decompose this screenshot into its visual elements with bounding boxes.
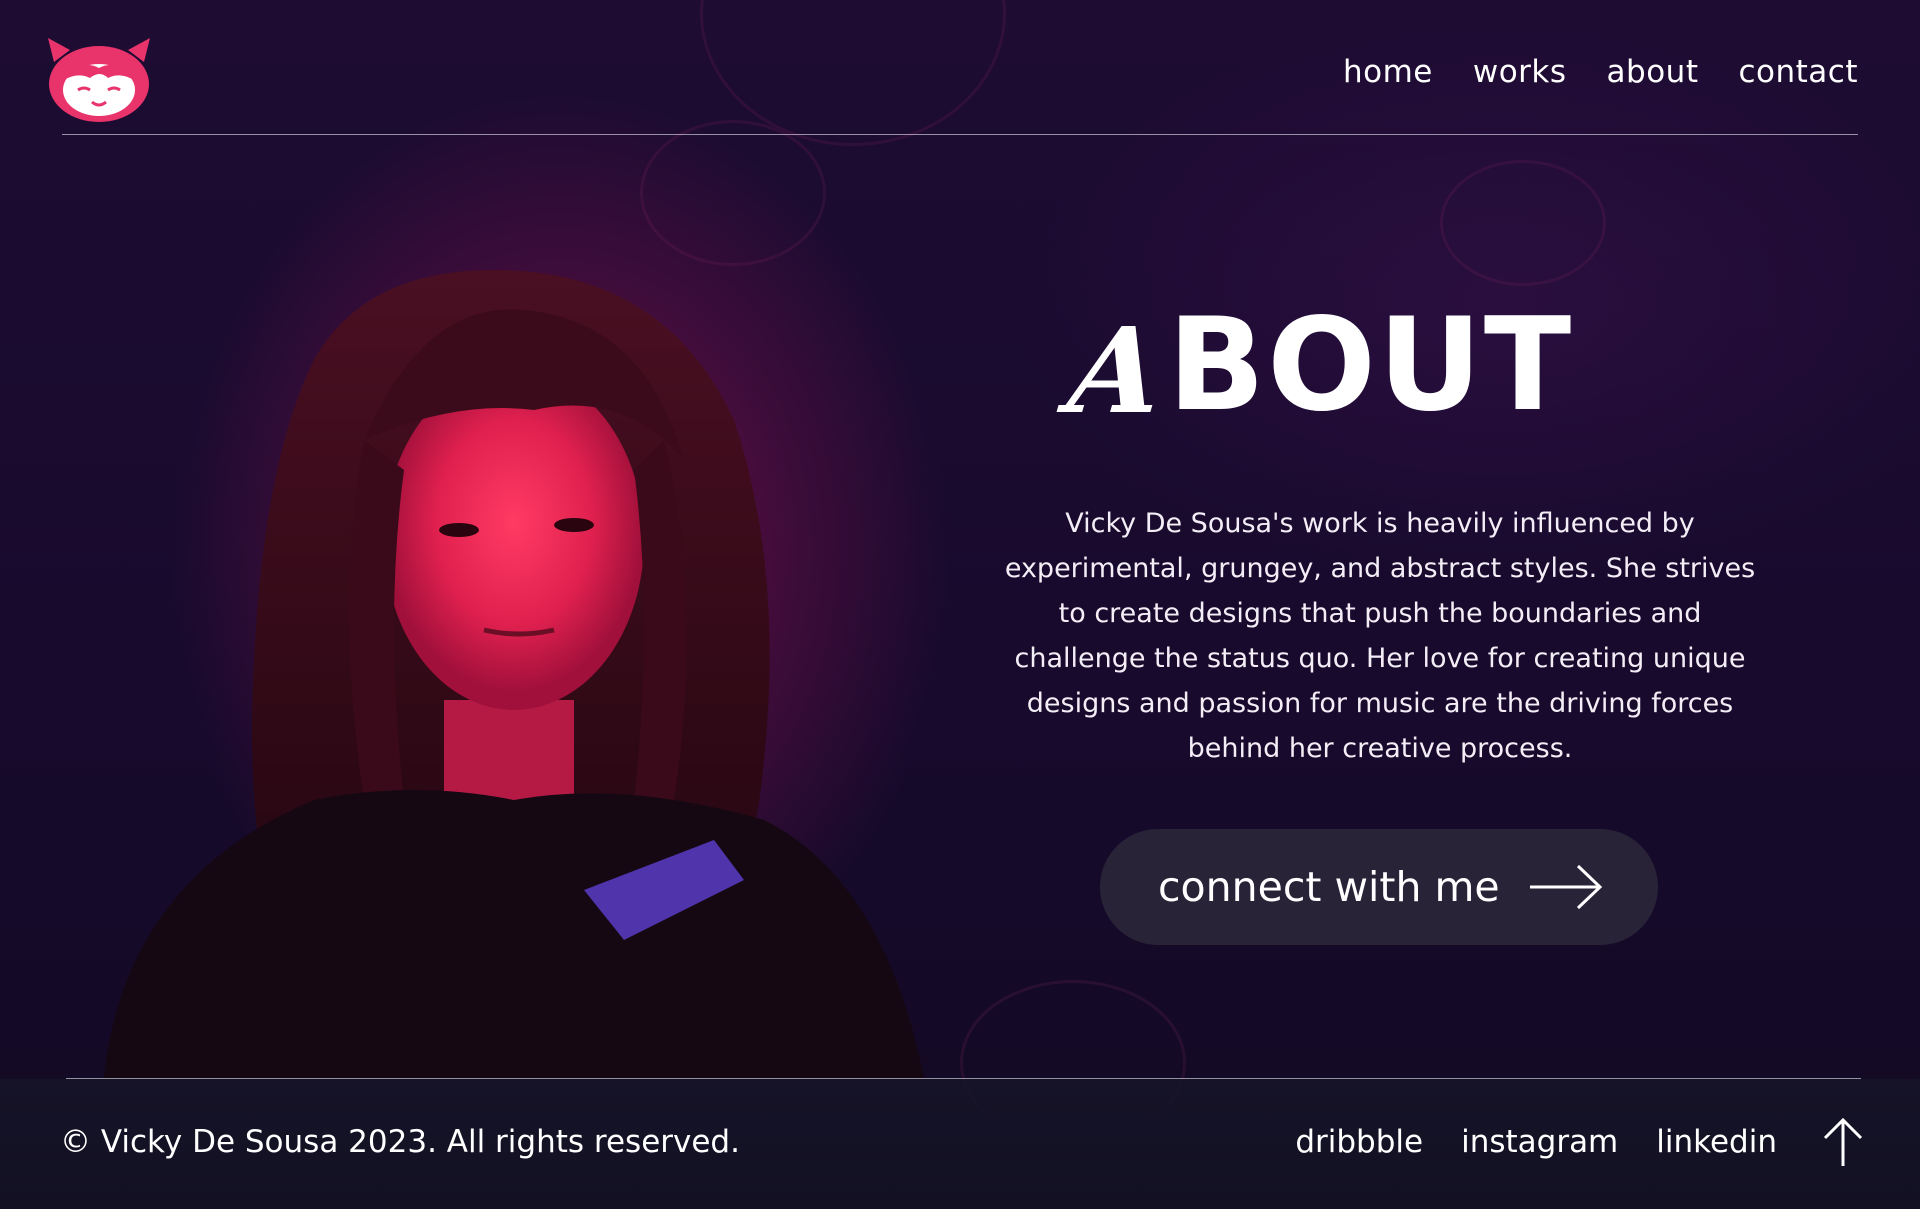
copyright-text: © Vicky De Sousa 2023. All rights reserv…	[60, 1124, 740, 1160]
about-heading-rest: BOUT	[1167, 291, 1574, 440]
site-logo[interactable]	[40, 28, 158, 124]
main-nav: home works about contact	[1343, 54, 1858, 90]
background-swirl	[1440, 160, 1606, 286]
social-links: dribbble instagram linkedin	[1295, 1124, 1777, 1160]
connect-button[interactable]: connect with me	[1100, 829, 1658, 945]
girl-face-logo-icon	[48, 38, 150, 122]
arrow-right-icon	[1529, 864, 1602, 910]
connect-button-label: connect with me	[1158, 863, 1500, 911]
about-heading: A BOUT	[1063, 291, 1574, 440]
nav-contact[interactable]: contact	[1738, 54, 1858, 90]
about-paragraph: Vicky De Sousa's work is heavily influen…	[1004, 508, 1756, 764]
social-linkedin[interactable]: linkedin	[1656, 1124, 1777, 1160]
about-heading-initial: A	[1062, 301, 1169, 440]
background-swirl	[700, 0, 1006, 146]
header-divider	[62, 134, 1858, 135]
nav-about[interactable]: about	[1607, 54, 1699, 90]
social-dribbble[interactable]: dribbble	[1295, 1124, 1423, 1160]
nav-works[interactable]: works	[1473, 54, 1567, 90]
nav-home[interactable]: home	[1343, 54, 1433, 90]
arrow-up-icon[interactable]	[1822, 1116, 1864, 1168]
social-instagram[interactable]: instagram	[1461, 1124, 1618, 1160]
portrait-photo	[64, 240, 984, 1078]
